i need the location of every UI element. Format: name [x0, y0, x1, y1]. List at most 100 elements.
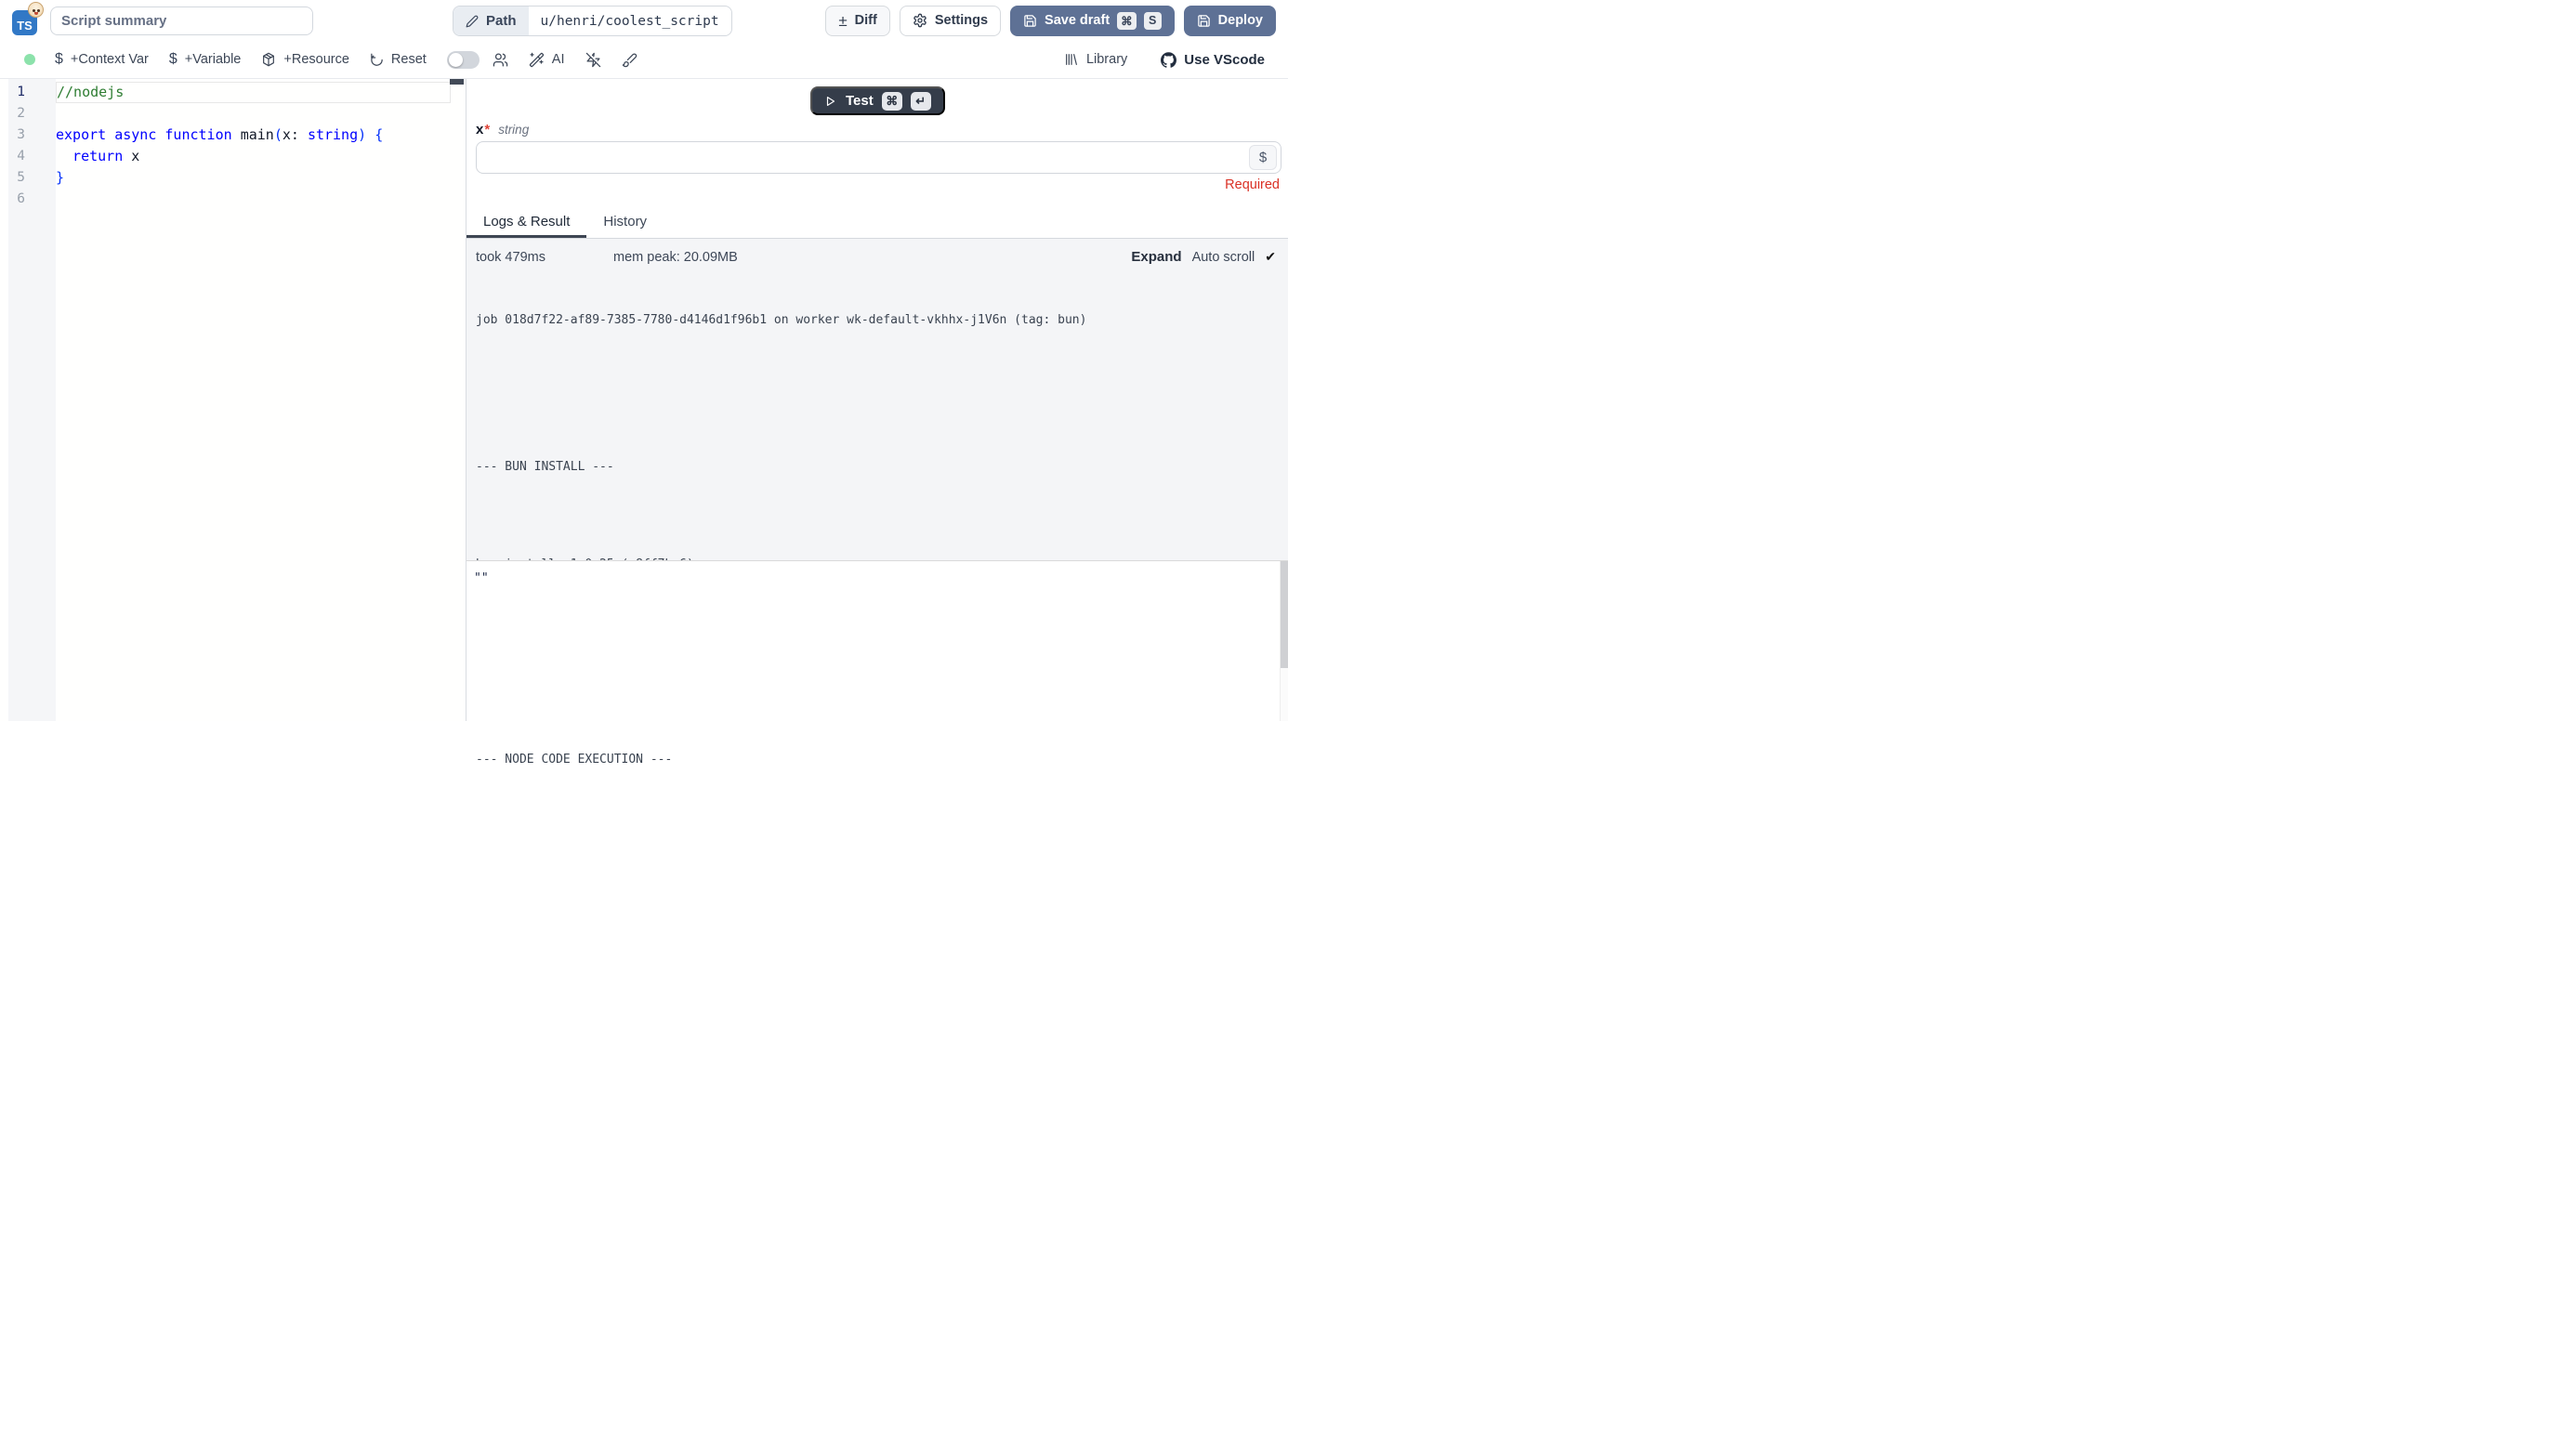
- code-line: 4 return x: [0, 146, 466, 167]
- duration-text: took 479ms: [476, 250, 613, 265]
- editor-toolbar: $ +Context Var $ +Variable +Resource Res…: [0, 41, 1288, 78]
- enter-key: ↵: [911, 92, 931, 111]
- required-star: *: [484, 122, 490, 138]
- assistant-off-button[interactable]: [578, 52, 609, 68]
- line-number: 6: [0, 189, 56, 210]
- save-draft-button[interactable]: Save draft ⌘ S: [1010, 6, 1175, 36]
- argument-label: x * string: [476, 122, 529, 138]
- mem-peak-text: mem peak: 20.09MB: [613, 250, 738, 265]
- insert-variable-button[interactable]: $: [1249, 145, 1277, 170]
- script-path-control[interactable]: Path u/henri/coolest_script: [453, 6, 732, 36]
- use-vscode-button[interactable]: Use VScode: [1153, 52, 1272, 68]
- brush-icon: [622, 52, 637, 68]
- expand-button[interactable]: Expand: [1131, 249, 1181, 265]
- code-bracket: }: [56, 169, 64, 186]
- line-number: 1: [0, 82, 56, 103]
- add-context-var-label: +Context Var: [71, 52, 149, 67]
- add-context-var-button[interactable]: $ +Context Var: [47, 51, 156, 68]
- code-bracket: ): [358, 126, 375, 143]
- log-line: [476, 410, 1279, 426]
- use-vscode-label: Use VScode: [1184, 52, 1265, 68]
- code-identifier: x:: [283, 126, 308, 143]
- code-content: 1 //nodejs 2 3 export async function mai…: [0, 82, 466, 210]
- workspace-logo[interactable]: TS: [12, 4, 42, 37]
- cmd-key: ⌘: [1117, 12, 1137, 30]
- code-editor[interactable]: 1 //nodejs 2 3 export async function mai…: [0, 79, 467, 721]
- autoscroll-label[interactable]: Auto scroll: [1192, 250, 1255, 265]
- code-keyword: export: [56, 126, 114, 143]
- app: { "topbar": { "logo_text": "TS", "summar…: [0, 0, 1288, 721]
- toolbar-right-group: Library Use VScode: [1054, 52, 1275, 68]
- line-number: 5: [0, 167, 56, 189]
- settings-button[interactable]: Settings: [900, 6, 1001, 36]
- status-dot: [24, 54, 35, 65]
- path-label-section: Path: [453, 7, 529, 35]
- gear-icon: [913, 13, 927, 28]
- line-number: 4: [0, 146, 56, 167]
- main-split: 1 //nodejs 2 3 export async function mai…: [0, 78, 1288, 721]
- log-panel: took 479ms mem peak: 20.09MB Expand Auto…: [467, 239, 1288, 560]
- script-summary-input[interactable]: [50, 7, 313, 35]
- line-number: 2: [0, 103, 56, 125]
- scrollbar-thumb[interactable]: [1281, 561, 1288, 668]
- diff-mode-toggle[interactable]: [447, 51, 480, 69]
- code-bracket: (: [274, 126, 283, 143]
- diff-icon: ±: [838, 13, 847, 29]
- reset-button[interactable]: Reset: [362, 52, 434, 67]
- run-panel: Test ⌘ ↵ x * string $ Required Logs & Re…: [467, 79, 1288, 721]
- result-tabs: Logs & Result History: [467, 205, 1288, 239]
- ai-assistant-button[interactable]: AI: [521, 52, 572, 68]
- path-label: Path: [486, 13, 517, 29]
- save-icon: [1023, 14, 1037, 28]
- log-line: --- NODE CODE EXECUTION ---: [476, 752, 1279, 768]
- log-line: [476, 361, 1279, 378]
- ai-label: AI: [552, 52, 565, 67]
- code-line: 2: [0, 103, 466, 125]
- code-line: 3 export async function main(x: string) …: [0, 125, 466, 146]
- code-comment: //nodejs: [57, 84, 124, 100]
- add-resource-label: +Resource: [283, 52, 349, 67]
- top-bar: TS Path u/henri/coolest_script ± Diff: [0, 0, 1288, 41]
- save-draft-label: Save draft: [1045, 13, 1110, 28]
- add-resource-button[interactable]: +Resource: [254, 52, 357, 67]
- editor-scrollbar-thumb[interactable]: [450, 79, 464, 85]
- github-icon: [1161, 52, 1176, 68]
- refresh-icon: [370, 53, 384, 67]
- zap-off-icon: [585, 52, 601, 68]
- users-icon[interactable]: [493, 52, 508, 68]
- cmd-key: ⌘: [882, 92, 902, 111]
- diff-label: Diff: [855, 13, 877, 28]
- check-icon[interactable]: ✔: [1265, 249, 1276, 265]
- code-bracket: {: [375, 126, 383, 143]
- scrollbar-track[interactable]: [1280, 561, 1288, 721]
- settings-label: Settings: [935, 13, 988, 28]
- library-button[interactable]: Library: [1057, 52, 1135, 67]
- library-icon: [1064, 52, 1079, 67]
- add-variable-button[interactable]: $ +Variable: [162, 51, 249, 68]
- bun-logo-icon: [28, 2, 44, 18]
- diff-mode-group: [440, 51, 516, 69]
- toggle-knob: [449, 53, 463, 67]
- log-line: [476, 507, 1279, 524]
- diff-button[interactable]: ± Diff: [825, 6, 890, 36]
- dollar-icon: $: [1259, 150, 1267, 165]
- tab-logs-result[interactable]: Logs & Result: [467, 205, 586, 238]
- argument-type: string: [498, 123, 529, 137]
- tab-history[interactable]: History: [586, 205, 664, 238]
- format-code-button[interactable]: [614, 52, 645, 68]
- log-line: --- BUN INSTALL ---: [476, 459, 1279, 476]
- bun-mouth-icon: [34, 12, 38, 15]
- dollar-icon: $: [55, 51, 63, 68]
- test-button[interactable]: Test ⌘ ↵: [810, 86, 945, 115]
- required-message: Required: [1225, 177, 1280, 192]
- code-identifier: x: [131, 148, 139, 164]
- script-path-value[interactable]: u/henri/coolest_script: [529, 7, 731, 35]
- code-keyword: function: [164, 126, 240, 143]
- log-header-right: Expand Auto scroll ✔: [1131, 249, 1279, 265]
- play-icon: [824, 95, 837, 108]
- code-line: 1 //nodejs: [0, 82, 466, 103]
- result-value: "": [474, 571, 489, 585]
- argument-input[interactable]: $: [476, 141, 1281, 174]
- deploy-button[interactable]: Deploy: [1184, 6, 1276, 36]
- code-identifier: main: [241, 126, 274, 143]
